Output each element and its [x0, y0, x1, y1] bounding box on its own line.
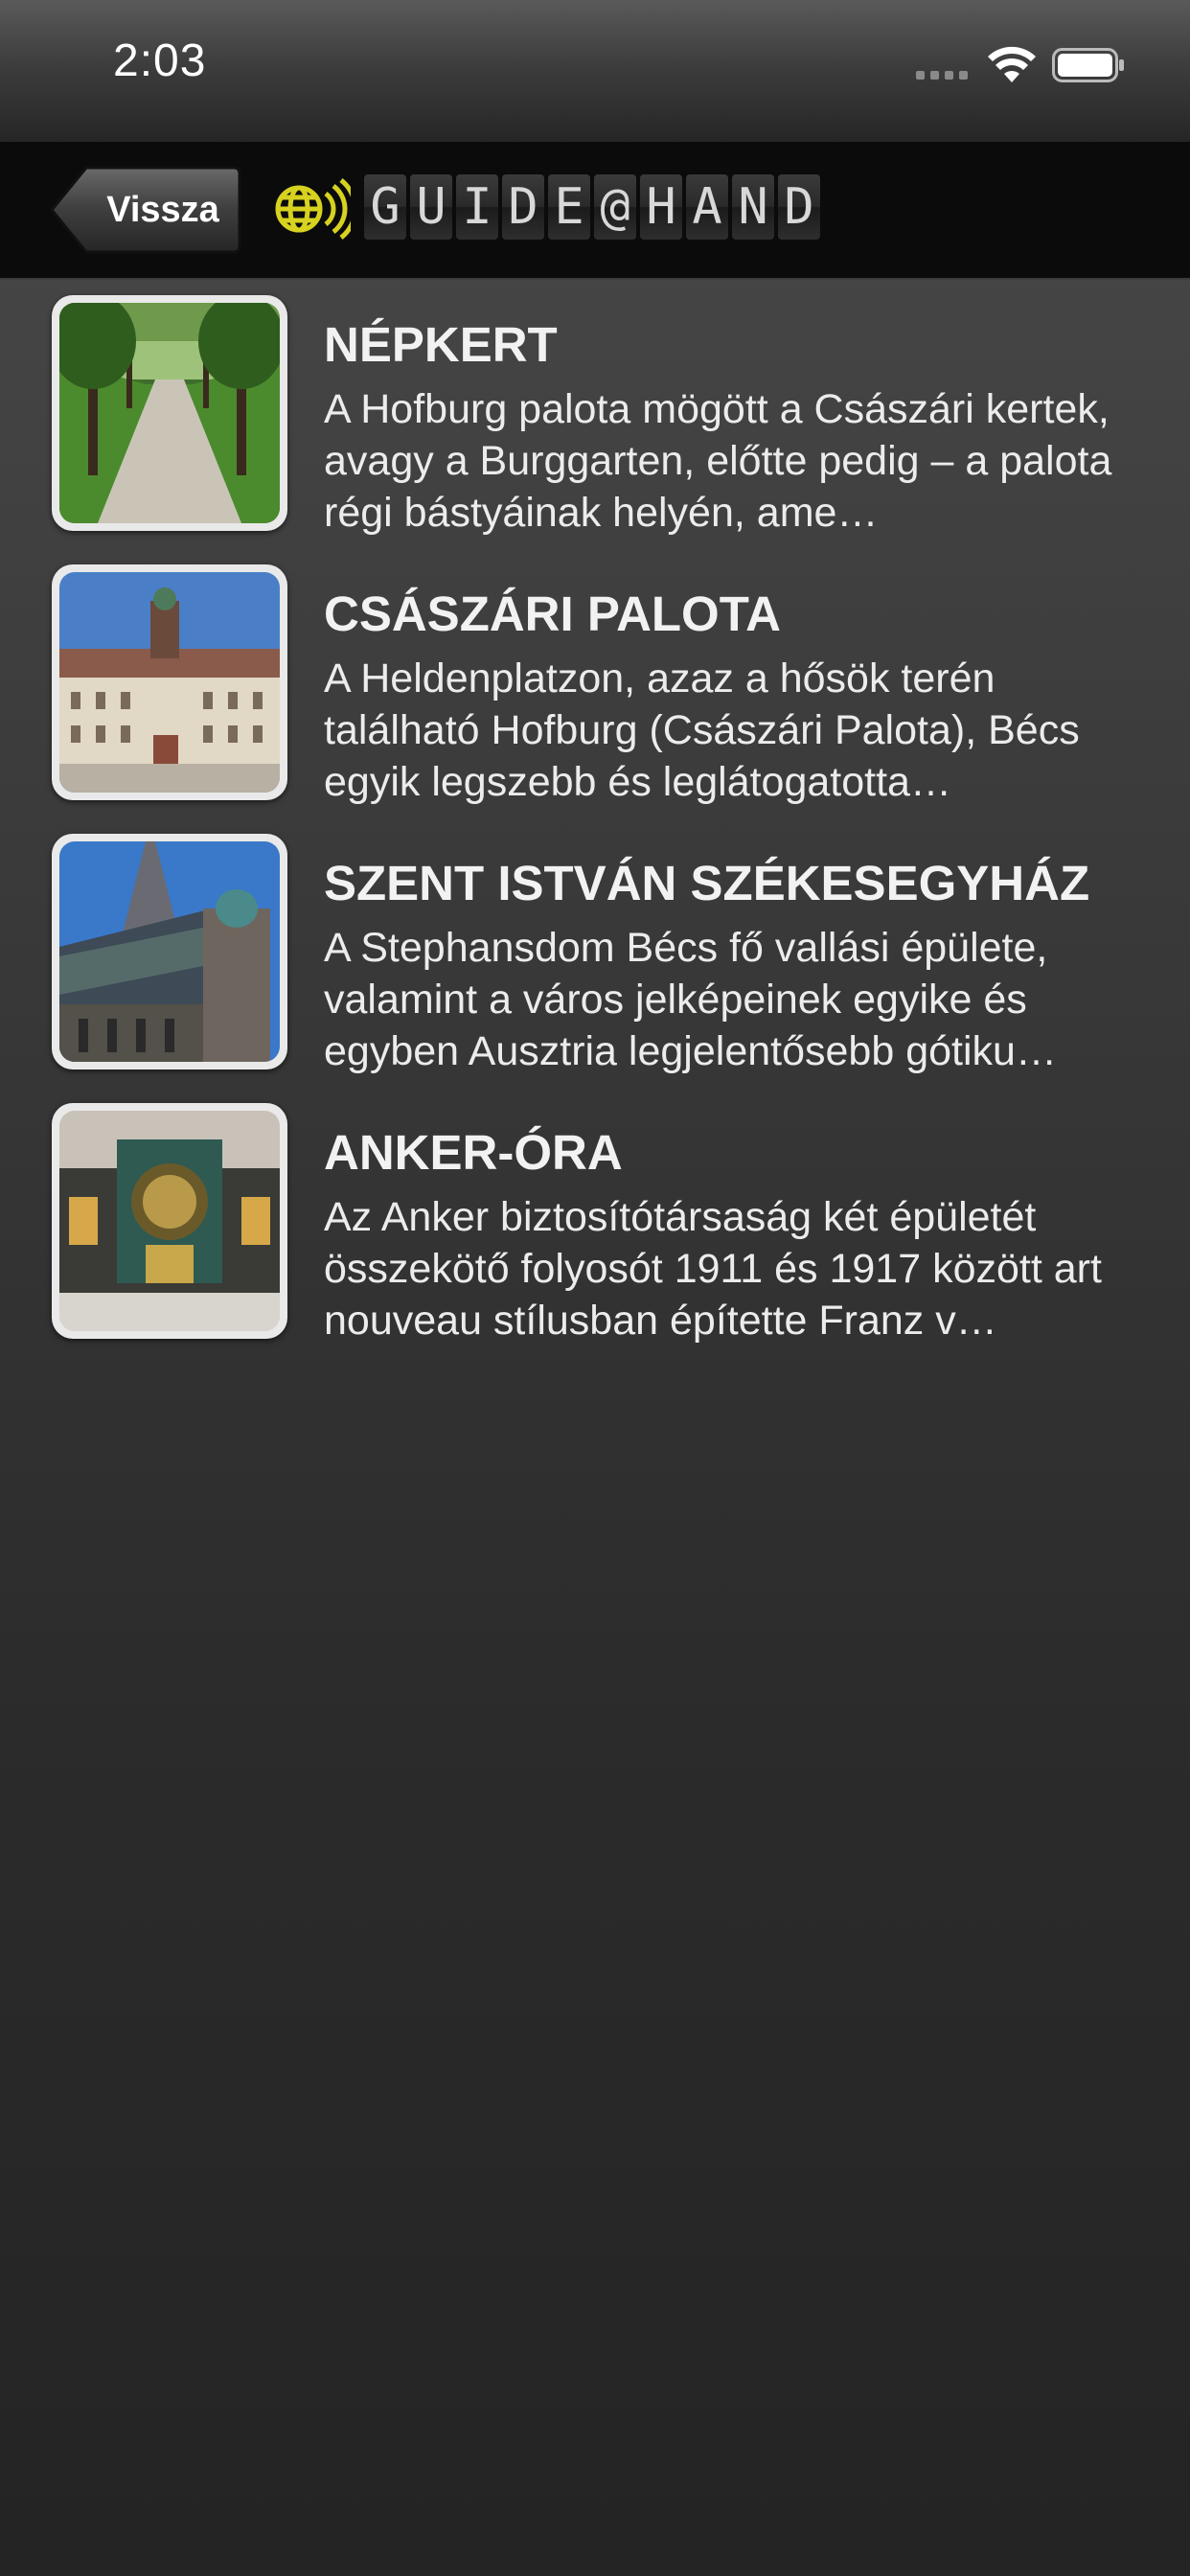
clock-thumbnail [52, 1103, 287, 1339]
item-title: ANKER-ÓRA [324, 1125, 623, 1180]
logo-letter: @ [594, 174, 636, 240]
wifi-icon [988, 46, 1036, 82]
list-item-anker-ora[interactable]: ANKER-ÓRA Az Anker biztosítótársaság két… [0, 1088, 1190, 1356]
list-item-nepkert[interactable]: NÉPKERT A Hofburg palota mögött a Császá… [0, 280, 1190, 548]
globe-sound-logo-icon [275, 178, 351, 240]
guide-at-hand-logo: G U I D E @ H A N D [364, 174, 820, 240]
item-description: A Hofburg palota mögött a Császári kerte… [324, 386, 1112, 536]
item-title: NÉPKERT [324, 317, 558, 372]
battery-icon [1052, 48, 1124, 82]
navigation-bar: Vissza G U I D E @ H A N D [0, 142, 1190, 280]
status-bar: 2:03 [0, 0, 1190, 142]
logo-letter: A [686, 174, 728, 240]
status-time: 2:03 [113, 35, 207, 86]
palace-thumbnail [52, 564, 287, 800]
cellular-signal-icon [916, 71, 968, 80]
logo-letter: N [732, 174, 774, 240]
logo-letter: I [456, 174, 498, 240]
logo-letter: D [502, 174, 544, 240]
logo-letter: D [778, 174, 820, 240]
list-item-csaszari-palota[interactable]: CSÁSZÁRI PALOTA A Heldenplatzon, azaz a … [0, 549, 1190, 817]
park-avenue-thumbnail [52, 295, 287, 531]
back-button[interactable]: Vissza [50, 165, 241, 255]
back-button-label: Vissza [106, 190, 219, 230]
cathedral-thumbnail [52, 834, 287, 1070]
logo-letter: U [410, 174, 452, 240]
logo-letter: G [364, 174, 406, 240]
item-description: A Stephansdom Bécs fő vallási épülete, v… [324, 925, 1057, 1074]
list-item-szent-istvan[interactable]: SZENT ISTVÁN SZÉKESEGYHÁZ A Stephansdom … [0, 818, 1190, 1087]
logo-letter: E [548, 174, 590, 240]
item-title: CSÁSZÁRI PALOTA [324, 586, 781, 641]
logo-letter: H [640, 174, 682, 240]
item-description: Az Anker biztosítótársaság két épületét … [324, 1194, 1102, 1344]
item-title: SZENT ISTVÁN SZÉKESEGYHÁZ [324, 856, 1090, 910]
item-description: A Heldenplatzon, azaz a hősök terén talá… [324, 656, 1080, 805]
